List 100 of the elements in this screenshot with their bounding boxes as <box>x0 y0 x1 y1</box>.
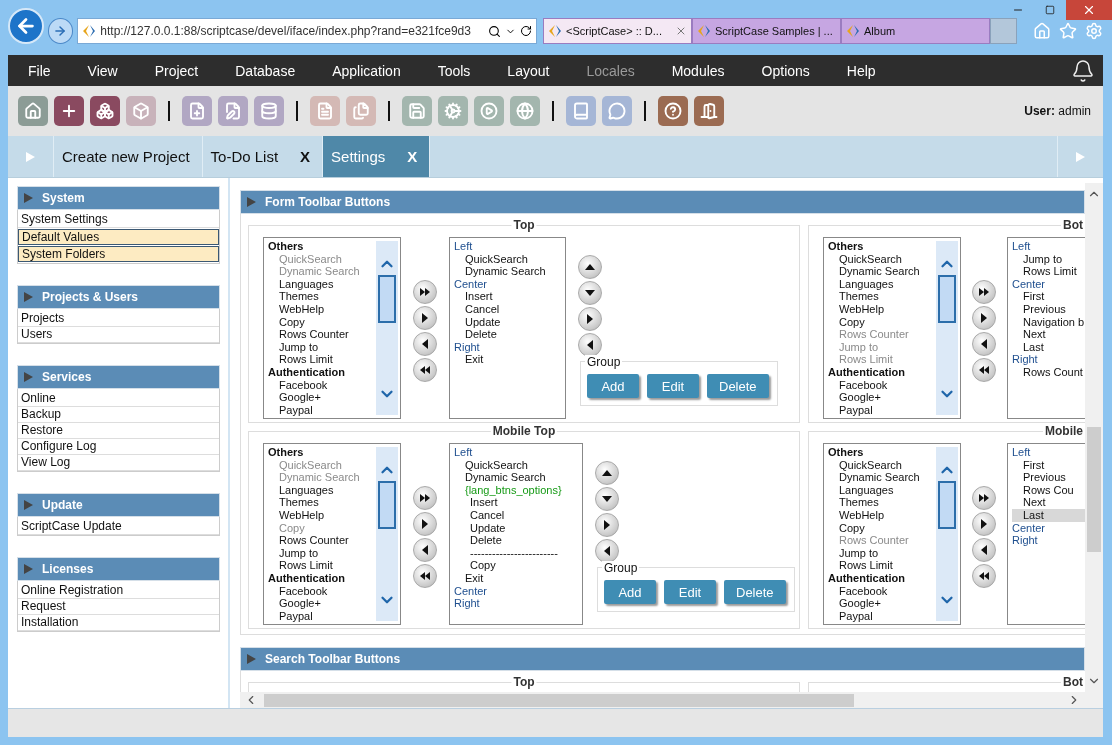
list-item[interactable]: Copy <box>268 315 372 329</box>
list-item[interactable]: Navigation b <box>1012 315 1085 329</box>
list-item[interactable]: Dynamic Search <box>454 471 578 484</box>
list-item[interactable]: Rows Limit <box>268 353 372 366</box>
group-button[interactable]: Edit <box>647 374 699 398</box>
list-item[interactable]: Insert <box>454 290 561 303</box>
scrollbar-thumb[interactable] <box>938 481 956 529</box>
bell-icon[interactable] <box>1071 58 1095 83</box>
list-item[interactable]: QuickSearch <box>454 252 561 266</box>
list-item[interactable]: Themes <box>828 290 932 303</box>
close-icon[interactable] <box>675 25 687 37</box>
sidebar-item[interactable]: System Folders <box>18 246 219 262</box>
group-button[interactable]: Edit <box>664 580 716 604</box>
list-item[interactable]: Delete <box>454 534 578 547</box>
sidebar-item[interactable]: Backup <box>18 407 219 423</box>
menu-item[interactable]: Modules <box>661 62 742 79</box>
sidebar-item[interactable]: Users <box>18 327 219 343</box>
app-tab[interactable]: Settings X <box>323 136 431 177</box>
order-button[interactable] <box>578 333 602 357</box>
list-item[interactable]: Copy <box>828 521 932 535</box>
section-header[interactable]: Projects & Users <box>17 285 220 309</box>
order-button[interactable] <box>595 539 619 563</box>
sidebar-item[interactable]: Installation <box>18 615 219 631</box>
list-item[interactable]: Jump to <box>1012 252 1085 266</box>
list-item[interactable]: WebHelp <box>828 302 932 316</box>
tab-close-button[interactable]: X <box>300 148 311 165</box>
list-item[interactable]: QuickSearch <box>828 252 932 266</box>
section-header[interactable]: Licenses <box>17 557 220 581</box>
move-all-button[interactable] <box>413 358 437 382</box>
list-item[interactable]: Rows Limit <box>1012 265 1085 278</box>
sidebar-item[interactable]: ScriptCase Update <box>18 519 219 535</box>
list-item[interactable]: Languages <box>828 277 932 291</box>
list-item[interactable]: Dynamic Search <box>454 265 561 278</box>
list-item[interactable]: Rows Cou <box>1012 483 1085 497</box>
list-item[interactable]: Jump to <box>268 546 372 560</box>
move-all-button[interactable] <box>972 564 996 588</box>
list-item[interactable]: Google+ <box>828 391 932 404</box>
move-all-button[interactable] <box>972 358 996 382</box>
browser-tab[interactable]: <ScriptCase> :: D... <box>543 18 692 44</box>
list-item[interactable]: QuickSearch <box>828 458 932 472</box>
list-item[interactable]: Google+ <box>268 597 372 610</box>
order-button[interactable] <box>578 255 602 279</box>
order-button[interactable] <box>595 513 619 537</box>
group-button[interactable]: Delete <box>724 580 786 604</box>
move-button[interactable] <box>413 512 437 536</box>
list-item[interactable]: Paypal <box>828 403 932 417</box>
move-button[interactable] <box>413 306 437 330</box>
scrollbar-thumb[interactable] <box>378 481 396 529</box>
menu-item[interactable]: Database <box>225 62 313 79</box>
move-button[interactable] <box>413 538 437 562</box>
list-item[interactable]: Previous <box>1012 471 1085 484</box>
move-all-button[interactable] <box>413 486 437 510</box>
list-item[interactable]: Rows Limit <box>268 559 372 572</box>
sidebar-item[interactable]: Request <box>18 599 219 615</box>
move-all-button[interactable] <box>413 280 437 304</box>
plus-button[interactable] <box>54 96 84 126</box>
menu-item[interactable]: Options <box>751 62 827 79</box>
list-item[interactable]: WebHelp <box>828 508 932 522</box>
list-item[interactable]: Facebook <box>828 378 932 392</box>
scrollbar-thumb[interactable] <box>938 275 956 323</box>
browser-tab[interactable]: Album <box>841 18 990 44</box>
search-icon[interactable] <box>488 24 501 38</box>
menu-item[interactable]: View <box>77 62 135 79</box>
list-item[interactable]: Languages <box>828 483 932 497</box>
list-item[interactable]: Exit <box>454 353 561 366</box>
sidebar-item[interactable]: System Settings <box>18 212 219 228</box>
section-header[interactable]: Update <box>17 493 220 517</box>
list-item[interactable]: Google+ <box>828 597 932 610</box>
sidebar-item[interactable]: Configure Log <box>18 439 219 455</box>
list-item[interactable]: Themes <box>268 290 372 303</box>
list-item[interactable]: Last <box>1012 508 1085 522</box>
move-all-button[interactable] <box>413 564 437 588</box>
address-field[interactable]: http://127.0.0.1:88/scriptcase/devel/iface/index.php?rand=e321fce9d3 <box>77 18 537 44</box>
back-button[interactable] <box>8 8 44 44</box>
group-button[interactable]: Delete <box>707 374 769 398</box>
list-item[interactable]: Next <box>1012 328 1085 341</box>
boxes-button[interactable] <box>90 96 120 126</box>
refresh-icon[interactable] <box>520 25 532 37</box>
list-item[interactable]: Paypal <box>828 609 932 623</box>
scrollbar-thumb[interactable] <box>264 693 854 707</box>
list-item[interactable]: Update <box>454 315 561 329</box>
sidebar-item[interactable]: Online Registration <box>18 583 219 599</box>
scrollbar-thumb[interactable] <box>378 275 396 323</box>
menu-item[interactable]: Tools <box>427 62 488 79</box>
browser-tab[interactable]: ScriptCase Samples | ... <box>692 18 841 44</box>
help-button[interactable] <box>658 96 688 126</box>
list-item[interactable]: Delete <box>454 328 561 341</box>
section-header[interactable]: Search Toolbar Buttons <box>240 647 1085 671</box>
forward-button[interactable] <box>47 18 74 44</box>
move-button[interactable] <box>972 512 996 536</box>
list-item[interactable]: Facebook <box>268 378 372 392</box>
list-item[interactable]: Rows Counter <box>268 328 372 341</box>
list-item[interactable]: Exit <box>454 571 578 585</box>
sidebar-item[interactable]: View Log <box>18 455 219 471</box>
list-item[interactable]: Next <box>1012 496 1085 509</box>
list-item[interactable]: WebHelp <box>268 302 372 316</box>
move-all-button[interactable] <box>972 280 996 304</box>
menu-item[interactable]: Layout <box>497 62 567 79</box>
list-item[interactable]: Rows Counter <box>268 534 372 547</box>
menu-item[interactable]: Project <box>144 62 216 79</box>
